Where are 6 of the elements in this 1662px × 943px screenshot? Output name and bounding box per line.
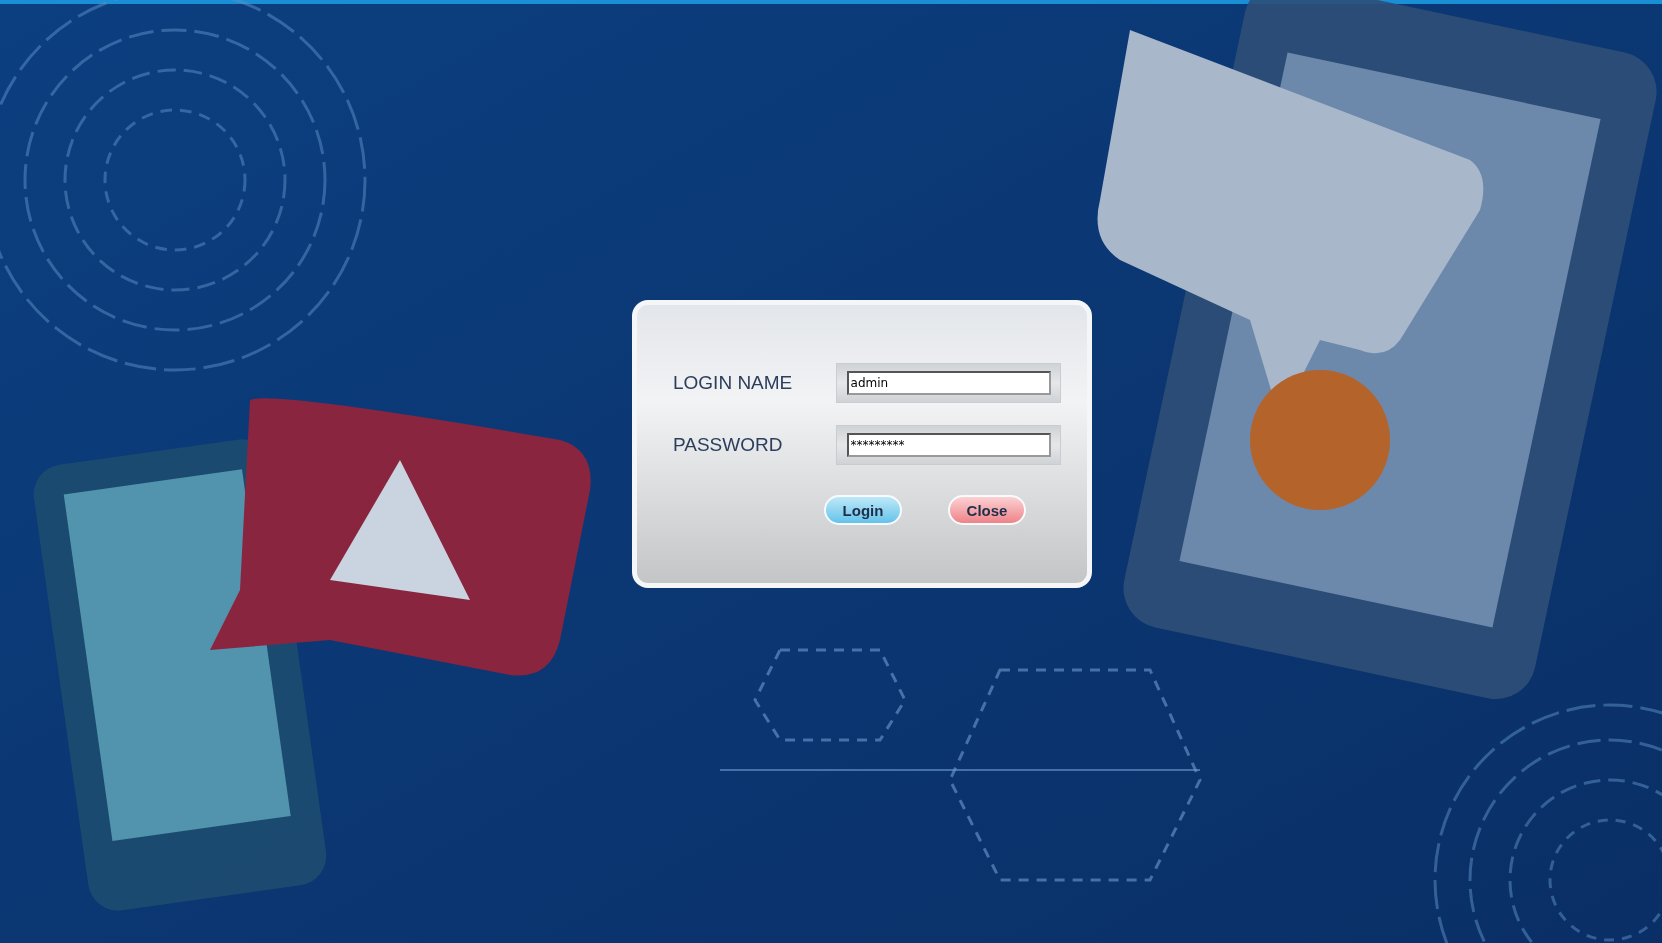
field-label: LOGIN NAME [673,372,794,394]
input-field[interactable]: admin [846,371,1051,395]
field-label: PASSWORD [673,434,784,456]
input-field[interactable]: ********* [846,433,1051,457]
close-button[interactable]: Close [948,495,1026,525]
login-button[interactable]: Login [824,495,902,525]
